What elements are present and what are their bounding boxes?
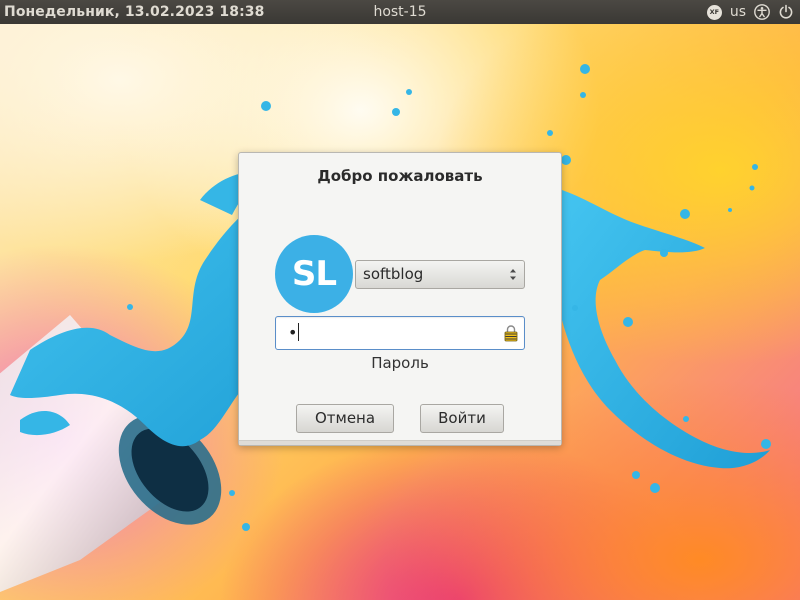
password-input[interactable]: • bbox=[275, 316, 525, 350]
username-select[interactable]: softblog bbox=[355, 260, 525, 289]
user-avatar: SL bbox=[275, 235, 353, 313]
caps-lock-warning-icon bbox=[504, 325, 518, 342]
top-panel: Понедельник, 13.02.2023 18:38 host-15 XF… bbox=[0, 0, 800, 24]
accessibility-icon[interactable] bbox=[754, 4, 770, 20]
select-arrows-icon bbox=[510, 269, 516, 280]
login-button[interactable]: Войти bbox=[420, 404, 504, 433]
paint-stream-right bbox=[562, 190, 770, 469]
dialog-title: Добро пожаловать bbox=[317, 167, 483, 185]
xf-badge-icon[interactable]: XF bbox=[706, 4, 722, 20]
login-dialog: Добро пожаловать SL softblog • Пароль От… bbox=[238, 152, 562, 446]
username-value: softblog bbox=[363, 265, 424, 283]
panel-indicators: XF us bbox=[706, 0, 794, 24]
password-label: Пароль bbox=[371, 354, 429, 372]
text-caret bbox=[298, 323, 300, 341]
panel-hostname: host-15 bbox=[373, 4, 427, 20]
password-value: • bbox=[288, 323, 298, 342]
cancel-button[interactable]: Отмена bbox=[296, 404, 394, 433]
power-icon[interactable] bbox=[778, 4, 794, 20]
keyboard-layout-indicator[interactable]: us bbox=[730, 0, 746, 24]
